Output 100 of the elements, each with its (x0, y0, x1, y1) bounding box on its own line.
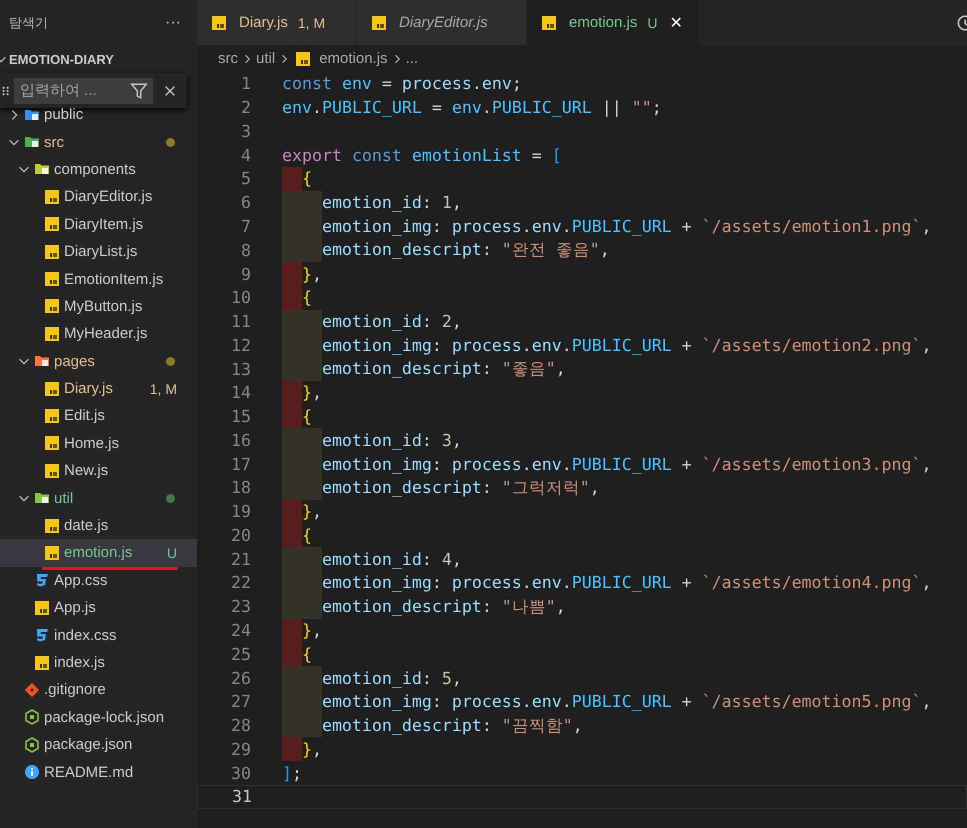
file-name: MyButton.js (64, 298, 142, 315)
line-number: 20 (230, 526, 251, 545)
tree-item[interactable]: src (0, 128, 197, 156)
close-icon[interactable] (163, 84, 177, 98)
breadcrumb-item[interactable]: src (218, 50, 238, 67)
tree-item[interactable]: MyButton.js (0, 292, 197, 320)
tab-label: DiaryEditor.js (399, 14, 488, 31)
tree-item[interactable]: date.js (0, 512, 197, 540)
tree-item[interactable]: App.css (0, 566, 197, 594)
tree-item[interactable]: public (0, 101, 197, 128)
editor-tab[interactable]: Diary.js 1, M (197, 0, 357, 45)
filter-icon[interactable] (130, 82, 148, 100)
code-line: }, (302, 264, 322, 284)
tree-item[interactable]: New.js (0, 457, 197, 484)
line-number: 14 (230, 383, 251, 402)
indent-highlight (282, 476, 322, 500)
js-file-icon (34, 600, 50, 616)
code-line: { (302, 288, 312, 308)
js-file-icon (44, 408, 60, 424)
tree-item[interactable]: index.css (0, 621, 197, 649)
js-file-icon (44, 462, 60, 479)
folder-name: public (44, 106, 84, 124)
tree-item[interactable]: MyHeader.js (0, 320, 197, 348)
indent-highlight (282, 666, 322, 690)
tree-item[interactable]: DiaryEditor.js (0, 183, 197, 211)
file-name: index.css (54, 626, 117, 644)
line-number: 21 (230, 550, 251, 569)
bracket-indent-highlight (282, 404, 302, 428)
line-number: 11 (230, 312, 251, 332)
editor-tab[interactable]: DiaryEditor.js (357, 0, 527, 45)
line-number: 13 (230, 360, 251, 379)
editor-tab[interactable]: emotion.js U ✕ (527, 0, 700, 45)
code-line: emotion_descript: "완전 좋음", (322, 239, 610, 262)
line-number: 24 (230, 620, 251, 640)
tree-item[interactable]: EmotionItem.js (0, 265, 197, 293)
code-line: emotion_descript: "끔찍함", (322, 714, 583, 737)
file-name: App.css (54, 572, 108, 589)
more-actions-button[interactable]: ··· (161, 14, 185, 32)
indent-highlight (282, 238, 322, 262)
drag-handle-icon[interactable] (2, 84, 10, 96)
css-file-icon (34, 627, 50, 644)
filter-field[interactable]: 입력하여 ... (14, 78, 153, 104)
code-line: }, (302, 383, 322, 402)
code-line: export const emotionList = [ (282, 146, 562, 165)
code-line: emotion_img: process.env.PUBLIC_URL + `/assets/emotion5.png`, (322, 692, 932, 712)
tree-item[interactable]: pages (0, 348, 197, 375)
line-number: 7 (240, 216, 251, 236)
breadcrumb-item[interactable]: emotion.js (319, 50, 388, 67)
tree-item[interactable]: .gitignore (0, 676, 197, 704)
breadcrumb-item[interactable]: util (256, 50, 276, 67)
tree-item[interactable]: Home.js (0, 430, 197, 458)
breadcrumb-item[interactable]: ... (406, 50, 418, 67)
code-line: ]; (282, 764, 302, 783)
js-file-icon (541, 14, 557, 30)
js-file-icon (44, 544, 60, 561)
js-file-icon (44, 244, 60, 260)
indent-highlight (282, 547, 322, 572)
file-name: DiaryItem.js (64, 216, 144, 233)
code-line: emotion_id: 4, (322, 550, 462, 569)
bracket-indent-highlight (282, 380, 302, 405)
hexagon-icon (24, 736, 40, 753)
code-line: emotion_descript: "그럭저럭", (322, 476, 600, 499)
bracket-indent-highlight (282, 618, 302, 642)
line-number: 1 (240, 74, 251, 94)
line-number: 22 (230, 573, 251, 592)
js-file-icon (44, 435, 60, 452)
tree-item[interactable]: index.js (0, 648, 197, 676)
panel-title: 탐색기 (9, 14, 48, 32)
line-number: 31 (231, 787, 252, 806)
tree-item[interactable]: DiaryItem.js (0, 210, 197, 238)
line-number: 17 (230, 454, 251, 474)
line-number: 2 (240, 98, 251, 118)
js-file-icon (44, 216, 60, 232)
bracket-indent-highlight (282, 167, 302, 191)
close-tab-button[interactable]: ✕ (668, 13, 685, 32)
bracket-indent-highlight (282, 500, 302, 524)
tree-item[interactable]: package-lock.json (0, 704, 197, 731)
file-name: package.json (44, 736, 132, 754)
bracket-indent-highlight (282, 286, 302, 310)
tree-item[interactable]: components (0, 156, 197, 184)
line-number: 29 (230, 740, 251, 759)
tree-item[interactable]: App.js (0, 594, 197, 622)
line-number: 28 (230, 716, 251, 736)
tree-item[interactable]: Edit.js (0, 402, 197, 430)
file-name: DiaryEditor.js (64, 188, 152, 206)
js-file-icon (295, 50, 312, 66)
bracket-indent-highlight (282, 737, 302, 762)
tree-item[interactable]: util (0, 484, 197, 512)
line-number: 12 (230, 336, 251, 355)
line-number: 27 (230, 692, 251, 712)
tree-item[interactable]: Diary.js 1, M (0, 374, 197, 402)
line-number: 3 (240, 122, 251, 141)
file-name: README.md (44, 764, 134, 781)
tree-item[interactable]: README.md (0, 758, 197, 786)
tree-item[interactable]: package.json (0, 730, 197, 758)
tree-item[interactable]: emotion.js U (0, 539, 197, 567)
code-line: emotion_img: process.env.PUBLIC_URL + `/assets/emotion1.png`, (322, 216, 932, 236)
js-file-icon (34, 654, 50, 670)
tree-item[interactable]: DiaryList.js (0, 238, 197, 266)
project-title[interactable]: EMOTION-DIARY (9, 52, 114, 66)
